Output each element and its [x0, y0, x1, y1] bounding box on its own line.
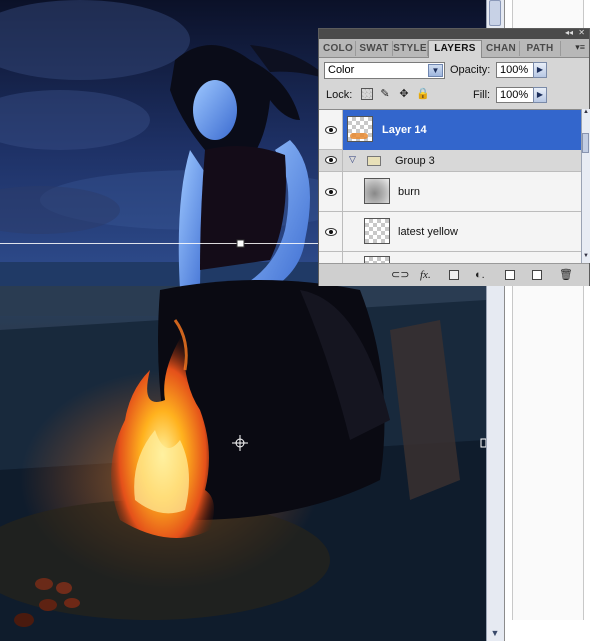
- layer-thumbnail: [364, 218, 390, 244]
- selection-highlight: Layer 14: [343, 110, 581, 150]
- lock-transparent-icon[interactable]: [361, 88, 373, 100]
- layer-thumbnail: [347, 116, 373, 142]
- scroll-down-arrow-icon[interactable]: ▼: [489, 627, 501, 639]
- panel-bottom-bar: ⊂⊃ fx. ◐. 🗑: [319, 263, 589, 286]
- layer-row-latest-yellow[interactable]: latest yellow: [319, 212, 581, 252]
- blend-mode-select[interactable]: Color ▼: [324, 62, 445, 79]
- scroll-down-arrow-icon[interactable]: ▼: [582, 253, 590, 263]
- fill-label: Fill:: [473, 89, 491, 101]
- fill-field[interactable]: 100%: [496, 87, 534, 103]
- opacity-field[interactable]: 100%: [496, 62, 534, 78]
- eye-icon[interactable]: [325, 228, 337, 236]
- fill-arrow-icon[interactable]: ▶: [533, 87, 547, 103]
- fx-icon[interactable]: fx.: [420, 268, 431, 282]
- mask-icon[interactable]: [449, 270, 459, 280]
- layers-panel: ◂◂ ✕ COLO SWAT STYLE LAYERS CHAN PATH ▾≡…: [318, 28, 590, 286]
- layer-name: Group 3: [395, 155, 435, 167]
- lock-paint-icon[interactable]: ✎: [379, 88, 391, 100]
- close-icon[interactable]: ✕: [578, 28, 585, 37]
- layer-list: Layer 14 ▽ Group 3 burn latest yellow: [319, 109, 581, 264]
- layer-row-layer-14[interactable]: Layer 14: [319, 110, 581, 150]
- layer-row-burn[interactable]: burn: [319, 172, 581, 212]
- link-icon[interactable]: ⊂⊃: [391, 268, 409, 282]
- visibility-cell[interactable]: [319, 212, 343, 251]
- tab-paths[interactable]: PATH: [520, 41, 561, 56]
- opacity-label: Opacity:: [450, 64, 491, 76]
- opacity-arrow-icon[interactable]: ▶: [533, 62, 547, 78]
- layer-name: latest yellow: [398, 226, 458, 238]
- trash-icon[interactable]: 🗑: [559, 268, 573, 282]
- eye-icon[interactable]: [325, 126, 337, 134]
- layer-list-scrollbar[interactable]: ▲ ▼: [581, 109, 590, 263]
- tab-color[interactable]: COLO: [321, 41, 356, 56]
- adjustment-icon[interactable]: ◐.: [475, 268, 485, 282]
- chevron-down-icon[interactable]: ▼: [428, 64, 443, 77]
- panel-tabs: COLO SWAT STYLE LAYERS CHAN PATH ▾≡: [319, 39, 589, 58]
- tab-swatches[interactable]: SWAT: [356, 41, 393, 56]
- lock-label: Lock:: [326, 89, 353, 101]
- visibility-cell[interactable]: [319, 110, 343, 149]
- collapse-icon[interactable]: ◂◂: [565, 28, 573, 37]
- visibility-cell[interactable]: [319, 172, 343, 211]
- disclosure-triangle-icon[interactable]: ▽: [349, 154, 356, 165]
- blend-mode-value: Color: [328, 64, 355, 76]
- layer-thumbnail: [364, 178, 390, 204]
- eye-icon[interactable]: [325, 188, 337, 196]
- layer-row-group-3[interactable]: ▽ Group 3: [319, 150, 581, 172]
- layer-name: Layer 14: [382, 124, 427, 136]
- scrollbar-thumb[interactable]: [489, 0, 501, 26]
- thumbnail-content: [350, 133, 368, 139]
- panel-menu-icon[interactable]: ▾≡: [575, 42, 585, 53]
- panel-titlebar[interactable]: ◂◂ ✕: [319, 28, 589, 39]
- scroll-up-arrow-icon[interactable]: ▲: [582, 109, 590, 119]
- visibility-cell[interactable]: [319, 150, 343, 171]
- scrollbar-thumb[interactable]: [582, 133, 589, 153]
- new-group-icon[interactable]: [505, 270, 515, 280]
- layer-name: burn: [398, 186, 421, 198]
- tab-styles[interactable]: STYLE: [393, 41, 428, 56]
- folder-icon: [367, 156, 381, 166]
- lock-all-icon[interactable]: 🔒: [416, 88, 430, 100]
- new-layer-icon[interactable]: [532, 270, 542, 280]
- lock-move-icon[interactable]: ✥: [398, 88, 410, 100]
- tab-layers[interactable]: LAYERS: [428, 40, 482, 58]
- tab-channels[interactable]: CHAN: [483, 41, 520, 56]
- eye-icon[interactable]: [325, 156, 337, 164]
